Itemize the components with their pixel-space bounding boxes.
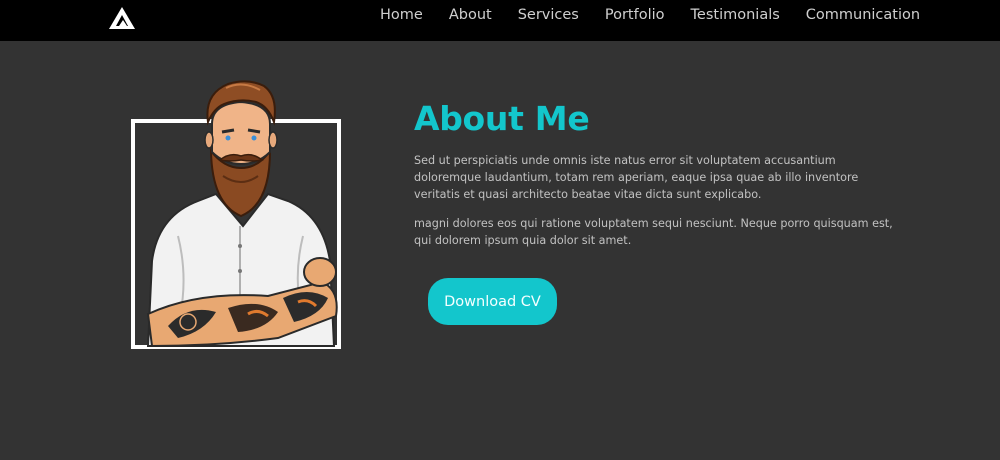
nav-link-services[interactable]: Services: [518, 7, 579, 23]
nav-link-communication[interactable]: Communication: [806, 7, 920, 23]
nav-link-portfolio[interactable]: Portfolio: [605, 7, 665, 23]
download-cv-button[interactable]: Download CV: [428, 278, 557, 325]
triangle-a-logo-icon[interactable]: [108, 6, 136, 30]
about-paragraph-1: Sed ut perspiciatis unde omnis iste natu…: [414, 154, 859, 201]
nav-link-testimonials[interactable]: Testimonials: [691, 7, 780, 23]
bearded-man-portrait-image: [146, 80, 338, 348]
navbar: Home About Services Portfolio Testimonia…: [0, 0, 1000, 41]
nav-links: Home About Services Portfolio Testimonia…: [380, 0, 920, 30]
nav-link-about[interactable]: About: [449, 7, 492, 23]
nav-link-home[interactable]: Home: [380, 7, 423, 23]
about-title: About Me: [414, 99, 590, 138]
portrait-section: [108, 76, 368, 366]
about-paragraph-2: magni dolores eos qui ratione voluptatem…: [414, 217, 893, 247]
about-content: About Me Sed ut perspiciatis unde omnis …: [414, 96, 894, 249]
